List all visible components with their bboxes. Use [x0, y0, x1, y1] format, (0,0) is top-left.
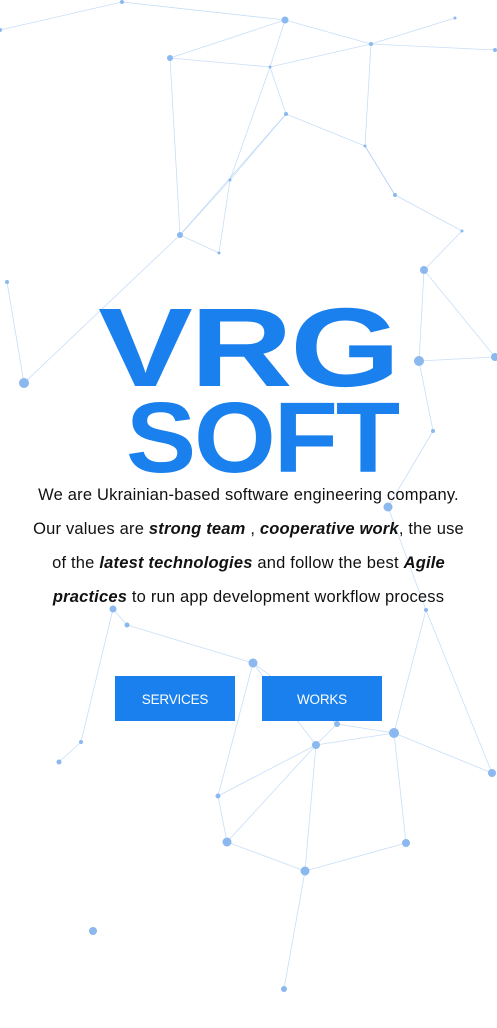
network-link	[370, 43, 496, 51]
network-link	[393, 732, 407, 844]
network-node	[402, 839, 410, 847]
highlight-strong-team: strong team	[148, 520, 246, 538]
network-node	[89, 927, 97, 935]
network-link	[315, 732, 395, 746]
network-link	[370, 17, 456, 45]
network-link	[394, 194, 463, 232]
network-node	[389, 728, 399, 738]
network-link	[423, 230, 463, 271]
network-node	[268, 65, 272, 69]
network-node	[120, 0, 124, 4]
network-link	[217, 744, 317, 797]
network-node	[228, 178, 232, 182]
network-node	[215, 793, 221, 799]
network-link	[269, 19, 286, 68]
network-link	[336, 723, 395, 734]
network-link	[0, 1, 123, 31]
network-link	[126, 624, 254, 664]
network-link	[284, 19, 372, 45]
network-node	[300, 866, 310, 876]
network-link	[364, 43, 372, 147]
network-node	[281, 986, 287, 992]
network-link	[169, 19, 286, 59]
network-node	[453, 16, 457, 20]
works-button[interactable]: WORKS	[262, 676, 382, 721]
tagline-text: to run app development workflow process	[127, 588, 445, 606]
cta-buttons: SERVICES WORKS	[0, 676, 497, 721]
network-link	[304, 744, 317, 872]
network-node	[124, 622, 130, 628]
network-link	[218, 179, 231, 254]
network-node	[363, 144, 367, 148]
highlight-latest-technologies: latest technologies	[99, 554, 253, 572]
network-link	[226, 841, 306, 872]
network-node	[0, 28, 2, 32]
network-node	[369, 42, 373, 46]
company-description: We are Ukrainian-based software engineer…	[28, 478, 469, 614]
network-link	[283, 870, 306, 990]
network-node	[177, 232, 183, 238]
network-link	[285, 113, 366, 147]
network-node	[493, 48, 497, 52]
network-link	[269, 43, 372, 68]
services-button[interactable]: SERVICES	[115, 676, 235, 721]
network-link	[269, 66, 287, 115]
network-node	[167, 55, 173, 61]
network-link	[179, 113, 287, 236]
tagline-text: and follow the best	[252, 554, 404, 572]
network-link	[169, 57, 181, 236]
network-link	[226, 744, 317, 843]
network-link	[179, 234, 220, 254]
network-node	[420, 266, 428, 274]
highlight-cooperative-work: cooperative work	[259, 520, 399, 538]
network-link	[58, 741, 82, 763]
network-node	[248, 658, 258, 668]
network-node	[281, 16, 289, 24]
network-link	[229, 66, 271, 181]
network-link	[217, 795, 228, 843]
logo-text-soft: SOFT	[126, 382, 400, 480]
network-node	[222, 837, 232, 847]
network-link	[364, 145, 396, 196]
network-link	[169, 57, 271, 68]
network-node	[488, 769, 496, 777]
tagline-text: ,	[245, 520, 260, 538]
network-node	[79, 740, 83, 744]
network-node	[284, 112, 288, 116]
network-node	[393, 193, 397, 197]
network-node	[56, 759, 62, 765]
brand-logo: VRG SOFT	[0, 285, 497, 494]
network-link	[121, 1, 286, 21]
network-link	[393, 732, 493, 774]
network-node	[5, 280, 9, 284]
network-node	[460, 229, 464, 233]
network-link	[304, 842, 407, 872]
network-node	[312, 741, 320, 749]
network-node	[217, 251, 221, 255]
